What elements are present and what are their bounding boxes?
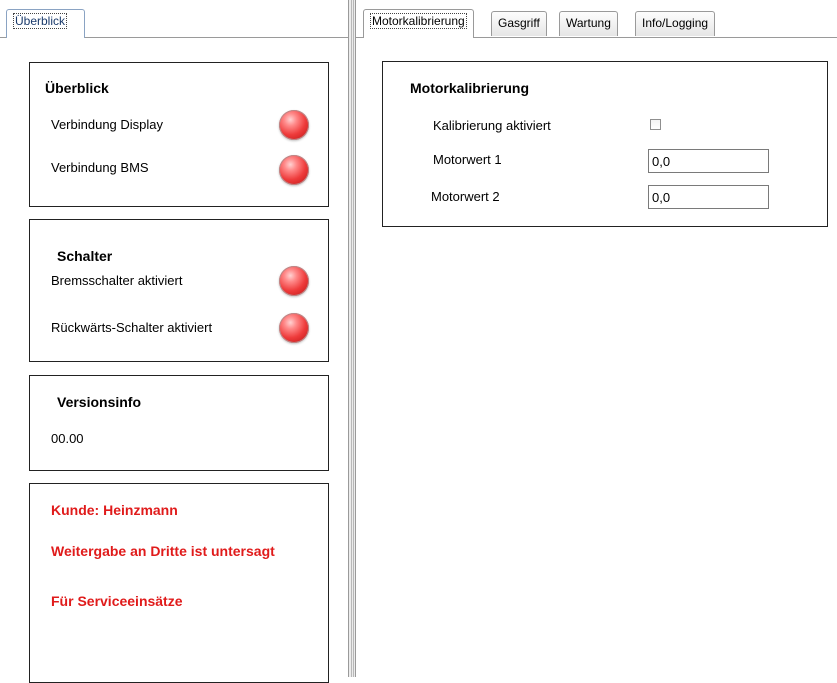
motor-calibration-title: Motorkalibrierung (410, 80, 530, 96)
overview-group: Überblick Verbindung Display Verbindung … (29, 62, 329, 207)
right-pane: Motorkalibrierung Gasgriff Wartung Info/… (356, 0, 837, 677)
bms-connection-label: Verbindung BMS (51, 160, 149, 175)
notice-disclosure: Weitergabe an Dritte ist untersagt (51, 543, 275, 559)
overview-title: Überblick (45, 80, 109, 96)
display-connection-led-icon (279, 110, 309, 140)
bms-connection-led-icon (279, 155, 309, 185)
tab-info-logging[interactable]: Info/Logging (635, 11, 716, 36)
motor-value-2-input[interactable] (648, 185, 769, 209)
tab-wartung-label: Wartung (566, 16, 611, 30)
reverse-switch-label: Rückwärts-Schalter aktiviert (51, 320, 213, 335)
tab-motorkalibrierung-label: Motorkalibrierung (370, 13, 467, 29)
notice-service: Für Serviceeinsätze (51, 593, 183, 609)
tab-ueberblick-label: Überblick (13, 13, 68, 29)
brake-switch-label: Bremsschalter aktiviert (51, 273, 183, 288)
left-pane: Überblick Überblick Verbindung Display V… (0, 0, 348, 683)
notice-customer: Kunde: Heinzmann (51, 502, 178, 518)
version-value: 00.00 (51, 431, 84, 446)
left-tabstrip: Überblick (0, 0, 348, 38)
version-group: Versionsinfo 00.00 (29, 375, 329, 471)
tab-info-logging-label: Info/Logging (642, 16, 709, 30)
notice-group: Kunde: Heinzmann Weitergabe an Dritte is… (29, 483, 329, 683)
brake-switch-led-icon (279, 266, 309, 296)
calibration-enabled-label: Kalibrierung aktiviert (433, 118, 551, 133)
tab-ueberblick[interactable]: Überblick (6, 9, 85, 38)
tab-gasgriff[interactable]: Gasgriff (491, 11, 547, 36)
pane-splitter[interactable] (348, 0, 356, 677)
version-title: Versionsinfo (57, 394, 142, 410)
motor-value-1-label: Motorwert 1 (433, 152, 502, 167)
calibration-enabled-checkbox[interactable] (650, 119, 661, 130)
switches-title: Schalter (57, 248, 113, 264)
tab-motorkalibrierung[interactable]: Motorkalibrierung (363, 9, 474, 38)
display-connection-label: Verbindung Display (51, 117, 164, 132)
tab-gasgriff-label: Gasgriff (498, 16, 540, 30)
switches-group: Schalter Bremsschalter aktiviert Rückwär… (29, 219, 329, 362)
tab-wartung[interactable]: Wartung (559, 11, 618, 36)
motor-value-2-label: Motorwert 2 (431, 189, 500, 204)
motor-calibration-group: Motorkalibrierung Kalibrierung aktiviert… (382, 61, 828, 227)
right-tabstrip: Motorkalibrierung Gasgriff Wartung Info/… (356, 0, 837, 38)
motor-value-1-input[interactable] (648, 149, 769, 173)
reverse-switch-led-icon (279, 313, 309, 343)
